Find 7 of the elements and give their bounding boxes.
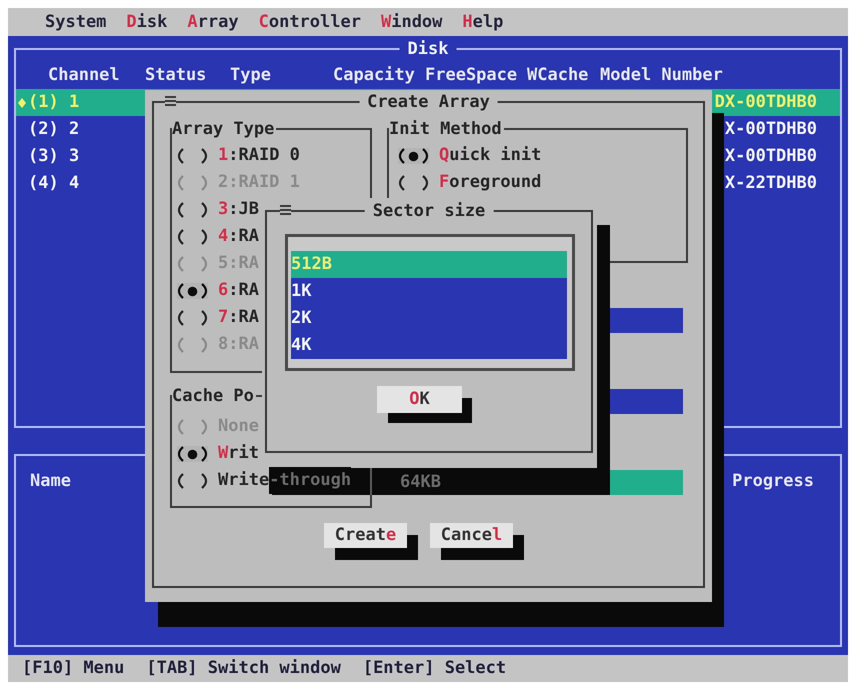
table-cell: (1) 1 xyxy=(28,94,80,111)
field-value: 64KB xyxy=(400,474,441,491)
shortcut-hint: [TAB] Switch window xyxy=(146,660,341,677)
dialog-title: Create Array xyxy=(359,91,498,113)
shortcut-hint: [Enter] Select xyxy=(362,660,506,677)
table-cell: DX-00TDHB0 xyxy=(714,94,817,111)
shortcut-hint: [F10] Menu xyxy=(22,660,124,677)
